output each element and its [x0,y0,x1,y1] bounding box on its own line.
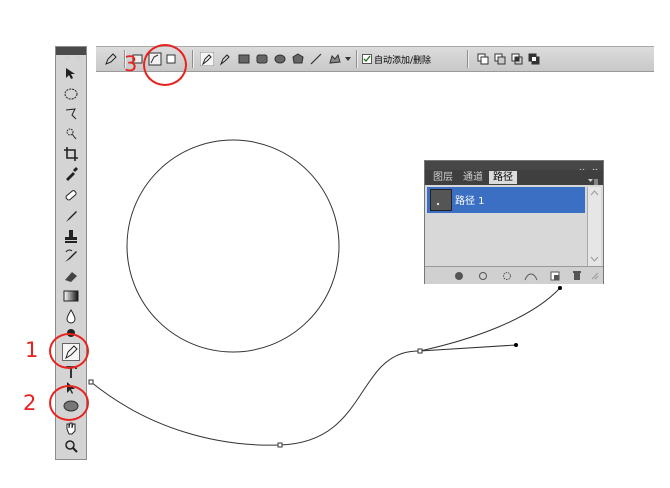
annotation-ring-3 [143,44,187,86]
ellipse-icon[interactable] [273,47,287,71]
line-icon[interactable] [309,47,323,71]
anchor-point[interactable] [277,442,283,448]
eyedropper-tool-icon[interactable] [58,165,84,183]
intersect-path-areas-icon[interactable] [510,47,524,71]
drawn-curve-path [90,350,421,446]
drawn-curve-path-end [419,287,561,352]
panel-tabs: 图层 通道 路径 [425,170,603,185]
custom-shape-icon[interactable] [327,47,343,71]
gradient-tool-icon[interactable] [58,287,84,305]
rounded-rectangle-icon[interactable] [255,47,269,71]
spot-healing-tool-icon[interactable] [58,187,84,205]
anchor-point[interactable] [417,348,423,354]
hand-tool-icon[interactable] [58,419,84,437]
subtract-from-path-area-icon[interactable] [493,47,507,71]
clone-stamp-tool-icon[interactable] [58,227,84,245]
exclude-overlapping-path-areas-icon[interactable] [527,47,541,71]
polygon-icon[interactable] [291,47,305,71]
path-name: 路径 1 [455,196,485,207]
delete-path-icon[interactable] [570,269,584,282]
panel-footer [425,266,603,284]
blur-tool-icon[interactable] [58,307,84,325]
fill-path-icon[interactable] [452,269,466,282]
path-list-item[interactable]: 路径 1 [427,187,585,213]
auto-add-delete-label: 自动添加/删除 [374,55,432,66]
toolbox-header[interactable] [56,47,86,61]
handle-endpoint[interactable] [514,343,518,347]
zoom-tool-icon[interactable] [58,437,84,455]
drawn-circle-path [126,139,340,353]
annotation-label-2: 2 [23,391,37,415]
tab-channels[interactable]: 通道 [459,171,487,184]
eraser-tool-icon[interactable] [58,267,84,285]
crop-tool-icon[interactable] [58,145,84,163]
pen-icon[interactable] [199,47,215,71]
path-thumbnail [430,189,452,211]
annotation-label-1: 1 [25,338,39,362]
chevron-down-icon[interactable] [344,47,352,71]
panel-header[interactable] [425,161,603,175]
tab-paths[interactable]: 路径 [489,171,517,184]
add-to-path-area-icon[interactable] [476,47,490,71]
annotation-ring-1 [49,333,89,369]
lasso-tool-icon[interactable] [58,105,84,123]
load-path-as-selection-icon[interactable] [500,269,514,282]
marquee-tool-icon[interactable] [58,85,84,103]
anchor-point[interactable] [88,379,94,385]
panel-scrollbar[interactable] [587,187,601,267]
brush-tool-icon[interactable] [58,207,84,225]
annotation-ring-2 [49,385,89,421]
create-new-path-icon[interactable] [548,269,562,282]
handle-endpoint[interactable] [558,286,562,290]
move-tool-icon[interactable] [58,65,84,83]
history-brush-tool-icon[interactable] [58,247,84,265]
tab-layers[interactable]: 图层 [429,171,457,184]
rectangle-icon[interactable] [237,47,251,71]
make-work-path-icon[interactable] [524,269,538,282]
paths-panel: 图层 通道 路径 路径 1 [424,160,604,284]
annotation-label-3: 3 [124,52,138,76]
quick-selection-tool-icon[interactable] [58,125,84,143]
auto-add-delete-checkbox[interactable] [362,47,372,71]
stroke-path-icon[interactable] [476,269,490,282]
pen-tool-icon[interactable] [102,47,120,71]
freeform-pen-icon[interactable] [217,47,233,71]
resize-grip-icon[interactable] [588,269,602,282]
